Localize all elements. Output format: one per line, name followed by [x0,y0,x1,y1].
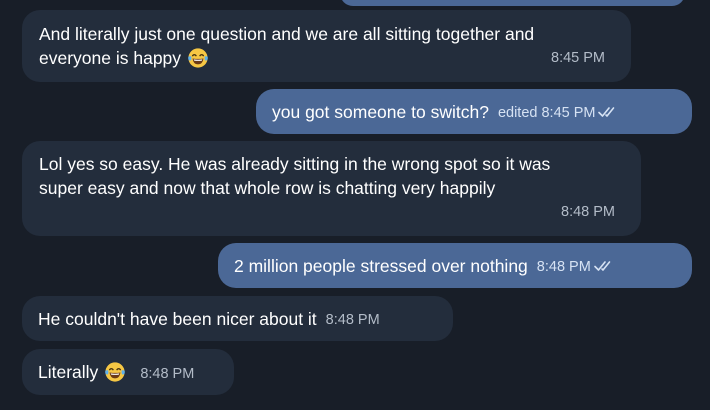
message-meta: edited 8:45 PM [498,98,619,125]
message-text: you got someone to switch? [272,101,489,122]
message-timestamp: 8:48 PM [325,312,380,328]
chat-history[interactable]: And literally just one question and we a… [0,0,710,410]
message-bubble-incoming[interactable]: And literally just one question and we a… [22,10,631,82]
message-timestamp: 8:48 PM [561,204,615,220]
message-bubble-incoming[interactable]: Lol yes so easy. He was already sitting … [22,141,641,236]
message-text: Lol yes so easy. He was already sitting … [39,154,551,198]
message-bubble-outgoing[interactable]: you got someone to switch? edited 8:45 P… [256,89,692,134]
laughing-crying-emoji-icon [188,48,208,68]
message-timestamp: 8:48 PM [536,259,591,275]
edited-label: edited [497,105,538,121]
message-timestamp: 8:45 PM [551,50,605,66]
message-timestamp: 8:48 PM [140,365,195,382]
message-text: 2 million people stressed over nothing [234,255,528,276]
message-timestamp: 8:45 PM [541,105,596,121]
message-bubble-incoming[interactable]: He couldn't have been nicer about it 8:4… [22,296,453,341]
message-text: He couldn't have been nicer about it [38,308,317,329]
message-text: Literally [38,362,99,382]
double-check-icon [598,107,615,117]
message-meta: 8:48 PM [537,252,614,279]
message-text: And literally just one question and we a… [39,24,535,68]
laughing-crying-emoji-icon [105,362,126,382]
message-bubble-outgoing-partial[interactable] [340,0,685,6]
double-check-icon [593,261,611,271]
message-bubble-incoming[interactable]: Literally 8:48 PM [22,349,234,395]
message-bubble-outgoing[interactable]: 2 million people stressed over nothing 8… [218,243,692,288]
